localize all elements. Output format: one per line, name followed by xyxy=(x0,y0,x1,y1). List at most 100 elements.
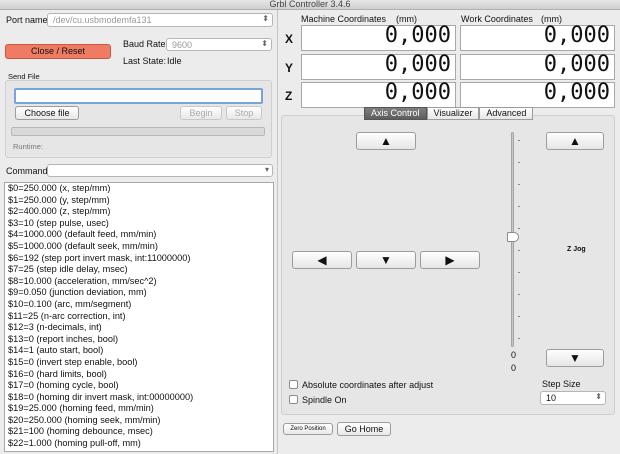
port-name-label: Port name xyxy=(6,15,48,25)
step-size-value: 10 xyxy=(546,393,557,403)
last-state-value: Idle xyxy=(167,56,182,66)
console-line: $15=0 (invert step enable, bool) xyxy=(8,356,138,367)
baud-rate-label: Baud Rate xyxy=(123,39,166,49)
slider-tick xyxy=(518,294,520,295)
axis-z-label: Z xyxy=(285,89,293,103)
machine-y-display: 0,000 xyxy=(301,52,456,80)
step-size-select[interactable]: 10 ⬍ xyxy=(540,391,606,405)
console-line: $1=250.000 (y, step/mm) xyxy=(8,194,110,205)
console-line: $14=1 (auto start, bool) xyxy=(8,345,104,356)
port-name-value: /dev/cu.usbmodemfa131 xyxy=(53,15,152,25)
slider-tick xyxy=(518,162,520,163)
chevron-down-icon: ⬍ xyxy=(595,392,602,401)
console-line: $3=10 (step pulse, usec) xyxy=(8,217,109,228)
step-size-label: Step Size xyxy=(542,379,581,389)
slider-tick xyxy=(518,338,520,339)
choose-file-button[interactable]: Choose file xyxy=(15,106,79,120)
jog-x-minus-button[interactable]: ◀ xyxy=(292,251,352,269)
console-lines: $0=250.000 (x, step/mm) $1=250.000 (y, st… xyxy=(5,183,273,450)
jog-y-minus-button[interactable]: ▼ xyxy=(356,251,416,269)
title-bar: Grbl Controller 3.4.6 xyxy=(0,0,620,10)
feed-slider-handle[interactable] xyxy=(507,232,519,242)
arrow-right-icon: ▶ xyxy=(445,253,455,267)
absolute-coordinates-checkbox[interactable] xyxy=(289,380,298,389)
console-line: $20=250.000 (homing seek, mm/min) xyxy=(8,414,161,425)
file-path-input[interactable] xyxy=(14,88,263,104)
work-x-display: 0,000 xyxy=(460,23,615,51)
console-line: $16=0 (hard limits, bool) xyxy=(8,368,107,379)
chevron-down-icon: ⬍ xyxy=(262,14,269,23)
baud-rate-value: 9600 xyxy=(172,40,193,50)
send-progress-bar xyxy=(11,127,265,136)
baud-rate-select[interactable]: 9600 ⬍ xyxy=(166,38,272,51)
console-line: $0=250.000 (x, step/mm) xyxy=(8,183,111,193)
console-line: $5=1000.000 (default seek, mm/min) xyxy=(8,240,158,251)
slider-tick xyxy=(518,140,520,141)
begin-button[interactable]: Begin xyxy=(180,106,222,120)
work-coordinates-label: Work Coordinates xyxy=(461,14,533,24)
window-title: Grbl Controller 3.4.6 xyxy=(269,0,351,9)
arrow-down-icon: ▼ xyxy=(569,351,581,365)
slider-value-label: 0 xyxy=(511,350,517,360)
tab-bar: Axis Control Visualizer Advanced xyxy=(364,107,534,120)
spindle-on-checkbox[interactable] xyxy=(289,395,298,404)
console-line: $18=0 (homing dir invert mask, int:00000… xyxy=(8,391,194,402)
console-line: $22=1.000 (homing pull-off, mm) xyxy=(8,438,141,449)
chevron-down-icon: ⬍ xyxy=(261,39,268,48)
console-line: $6=192 (step port invert mask, int:11000… xyxy=(8,252,191,263)
spindle-on-label: Spindle On xyxy=(302,395,347,405)
work-y-value: 0,000 xyxy=(543,52,610,77)
machine-y-value: 0,000 xyxy=(384,52,451,77)
close-reset-button[interactable]: Close / Reset xyxy=(5,44,111,59)
axis-x-label: X xyxy=(285,32,294,46)
slider-tick xyxy=(518,184,520,185)
jog-x-plus-button[interactable]: ▶ xyxy=(420,251,480,269)
arrow-down-icon: ▼ xyxy=(380,253,392,267)
console-line: $7=25 (step idle delay, msec) xyxy=(8,264,128,275)
console-line: $17=0 (homing cycle, bool) xyxy=(8,380,119,391)
pane-divider[interactable] xyxy=(277,10,278,454)
console-line: $9=0.050 (junction deviation, mm) xyxy=(8,287,147,298)
machine-x-value: 0,000 xyxy=(384,23,451,48)
work-x-value: 0,000 xyxy=(543,23,610,48)
slider-tick xyxy=(518,250,520,251)
slider-tick xyxy=(518,206,520,207)
port-name-select[interactable]: /dev/cu.usbmodemfa131 ⬍ xyxy=(47,13,273,27)
console-line: $10=0.100 (arc, mm/segment) xyxy=(8,298,132,309)
work-z-value: 0,000 xyxy=(543,80,610,105)
console-line: $11=25 (n-arc correction, int) xyxy=(8,310,126,321)
zero-position-button[interactable]: Zero Position xyxy=(283,423,333,435)
machine-x-display: 0,000 xyxy=(301,23,456,51)
runtime-label: Runtime: xyxy=(13,142,44,151)
slider-tick xyxy=(518,316,520,317)
console-line: $2=400.000 (z, step/mm) xyxy=(8,206,111,217)
go-home-button[interactable]: Go Home xyxy=(337,422,391,436)
command-input[interactable]: ▾ xyxy=(47,164,273,177)
chevron-down-icon: ▾ xyxy=(264,165,269,174)
jog-y-plus-button[interactable]: ▲ xyxy=(356,132,416,150)
tab-visualizer[interactable]: Visualizer xyxy=(426,107,480,120)
jog-z-minus-button[interactable]: ▼ xyxy=(546,349,604,367)
stop-button[interactable]: Stop xyxy=(226,106,262,120)
console-line: $4=1000.000 (default feed, mm/min) xyxy=(8,229,157,240)
tab-advanced[interactable]: Advanced xyxy=(479,107,534,120)
slider-tick xyxy=(518,272,520,273)
tab-axis-control[interactable]: Axis Control xyxy=(364,107,427,120)
machine-z-display: 0,000 xyxy=(301,80,456,108)
work-y-display: 0,000 xyxy=(460,52,615,80)
arrow-left-icon: ◀ xyxy=(317,253,327,267)
absolute-coordinates-label: Absolute coordinates after adjust xyxy=(302,380,434,390)
console-line: $21=100 (homing debounce, msec) xyxy=(8,426,153,437)
console-line: $8=10.000 (acceleration, mm/sec^2) xyxy=(8,275,157,286)
arrow-up-icon: ▲ xyxy=(380,134,392,148)
jog-z-plus-button[interactable]: ▲ xyxy=(546,132,604,150)
axis-y-label: Y xyxy=(285,61,294,75)
console-output[interactable]: $0=250.000 (x, step/mm) $1=250.000 (y, st… xyxy=(4,182,274,452)
last-state-label: Last State: xyxy=(123,56,167,66)
z-jog-label: Z Jog xyxy=(567,246,586,253)
console-line: $12=3 (n-decimals, int) xyxy=(8,322,102,333)
machine-z-value: 0,000 xyxy=(384,80,451,105)
command-label: Command xyxy=(6,166,48,176)
arrow-up-icon: ▲ xyxy=(569,134,581,148)
work-z-display: 0,000 xyxy=(460,80,615,108)
